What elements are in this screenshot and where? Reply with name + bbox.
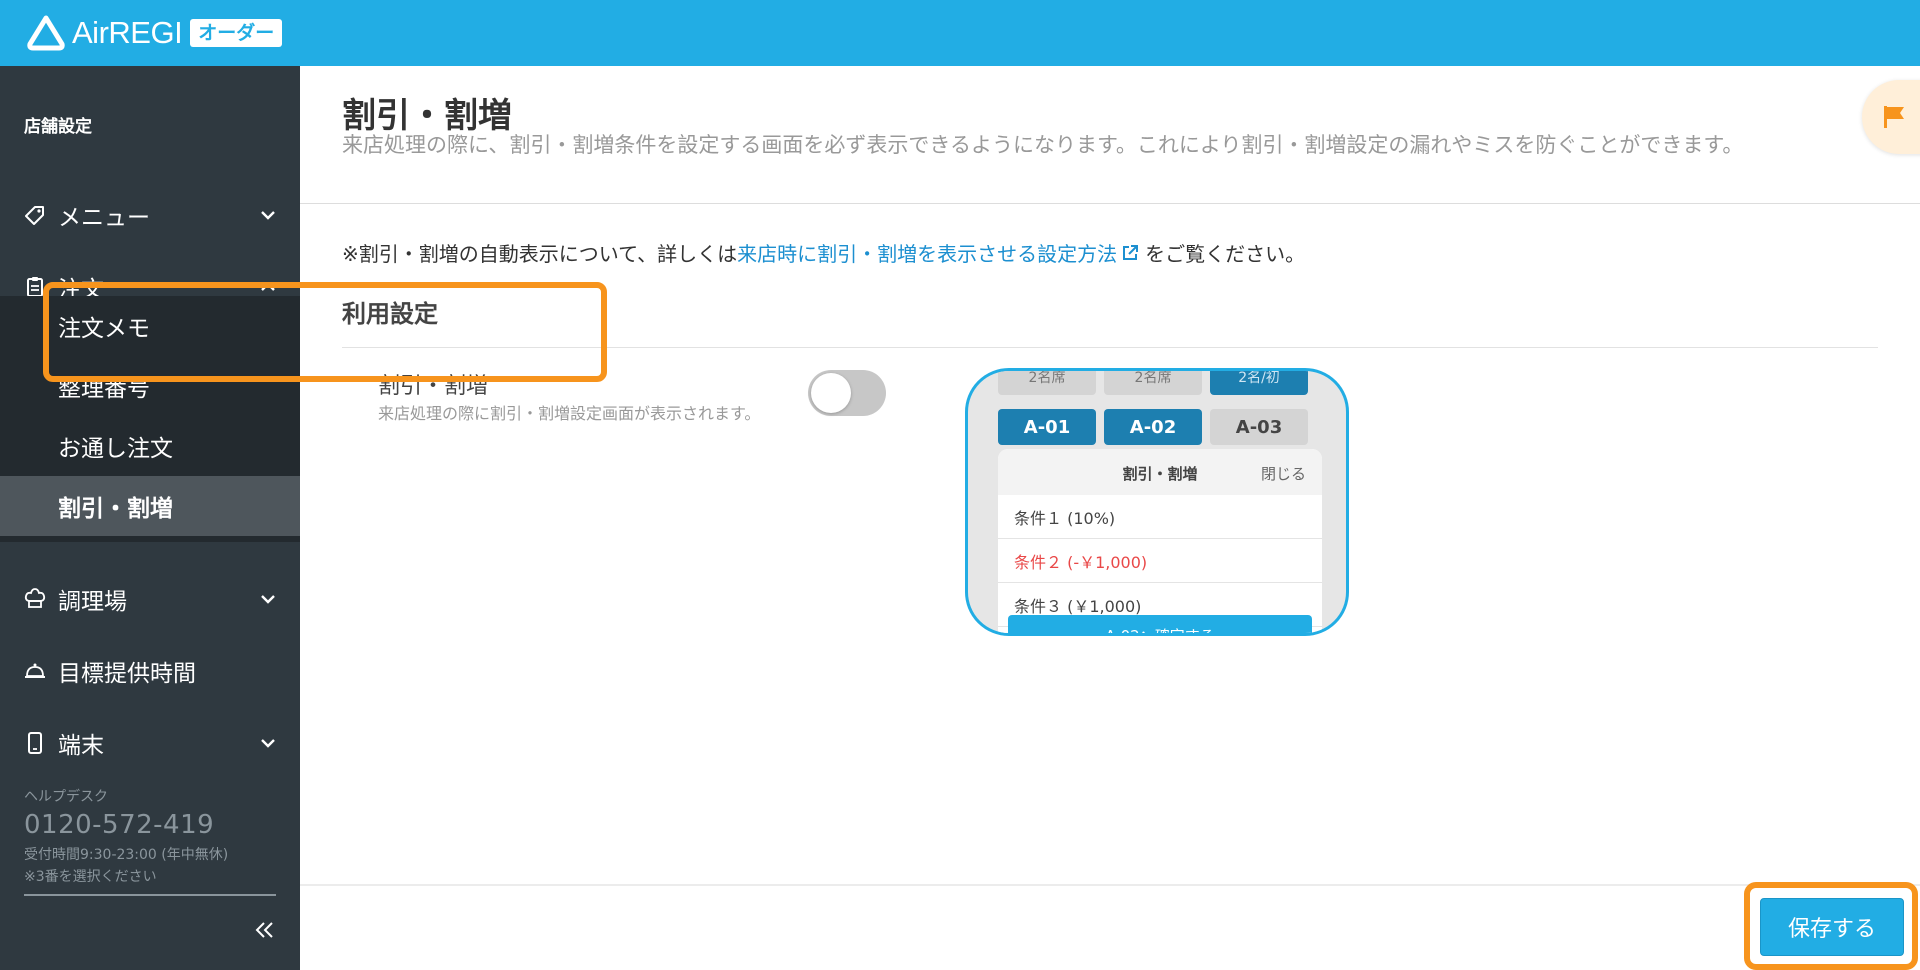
cloche-icon xyxy=(24,660,46,682)
sidebar-item-device[interactable]: 端末 xyxy=(0,714,300,772)
preview-tile: A-01 xyxy=(998,409,1096,445)
preview-close: 閉じる xyxy=(1260,465,1306,483)
help-note-prefix: ※割引・割増の自動表示について、詳しくは xyxy=(342,242,738,266)
logo-triangle-icon xyxy=(27,15,65,51)
footer-divider xyxy=(300,884,1920,886)
save-highlight-frame xyxy=(1744,882,1918,970)
sidebar-item-label: 端末 xyxy=(58,733,104,759)
sidebar: 店舗設定 メニュー 注文 注文メモ 整理番号 お通し注文 割引・割増 調理場 目… xyxy=(0,66,300,970)
tag-icon xyxy=(24,204,46,226)
help-note: ※割引・割増の自動表示について、詳しくは 来店時に割引・割増を表示させる設定方法… xyxy=(342,238,1305,267)
helpdesk-divider xyxy=(24,894,276,896)
preview-tile: 2名/初 xyxy=(1210,371,1308,395)
setting-description: 来店処理の際に割引・割増設定画面が表示されます。 xyxy=(378,404,761,423)
preview-row: 条件２ (-￥1,000) xyxy=(998,539,1322,583)
sidebar-item-label: 調理場 xyxy=(58,589,127,615)
chevron-down-icon xyxy=(261,739,275,748)
help-note-suffix: をご覧ください。 xyxy=(1145,242,1306,266)
preview-image: 2名席 2名席 2名/初 A-01 A-02 A-03 割引・割増 閉じる 条件… xyxy=(965,368,1349,636)
external-link-icon[interactable] xyxy=(1121,244,1139,262)
preview-tile: A-03 xyxy=(1210,409,1308,445)
sidebar-item-label: メニュー xyxy=(58,205,150,231)
sidebar-subitem-discount-surcharge[interactable]: 割引・割増 xyxy=(0,476,300,536)
preview-confirm-button: A-02：確定する xyxy=(1008,615,1312,633)
smartphone-icon xyxy=(24,732,46,754)
collapse-sidebar-icon[interactable] xyxy=(252,918,276,942)
page-title: 割引・割増 xyxy=(342,96,512,136)
preview-tile: 2名席 xyxy=(1104,371,1202,395)
preview-tile: A-02 xyxy=(1104,409,1202,445)
preview-row: 条件１ (10%) xyxy=(998,495,1322,539)
sidebar-subitem-otoshi-order[interactable]: お通し注文 xyxy=(0,416,300,476)
page-description: 来店処理の際に、割引・割増条件を設定する画面を必ず表示できるようになります。これ… xyxy=(342,133,1744,157)
help-link[interactable]: 来店時に割引・割増を表示させる設定方法 xyxy=(737,238,1117,267)
discount-toggle[interactable] xyxy=(808,370,886,416)
logo-badge: オーダー xyxy=(190,19,283,47)
setting-highlight-frame xyxy=(43,282,607,382)
toggle-knob xyxy=(811,373,851,413)
preview-sheet-header: 割引・割増 閉じる xyxy=(998,449,1322,495)
airregi-logo[interactable]: AirREGI オーダー xyxy=(26,14,283,52)
logo-text: AirREGI xyxy=(72,15,183,50)
preview-tile: 2名席 xyxy=(998,371,1096,395)
header-divider xyxy=(300,203,1920,204)
flag-icon xyxy=(1884,106,1904,128)
sidebar-item-kitchen[interactable]: 調理場 xyxy=(0,570,300,628)
sidebar-item-target-time[interactable]: 目標提供時間 xyxy=(0,642,300,700)
helpdesk-phone[interactable]: 0120-572-419 xyxy=(24,810,228,840)
chevron-down-icon xyxy=(261,211,275,220)
top-bar: AirREGI オーダー xyxy=(0,0,1920,66)
sidebar-item-menu[interactable]: メニュー xyxy=(0,186,300,244)
helpdesk-hours: 受付時間9:30-23:00 (年中無休) xyxy=(24,847,229,863)
preview-sheet: 割引・割増 閉じる 条件１ (10%) 条件２ (-￥1,000) 条件３ (￥… xyxy=(998,449,1322,633)
helpdesk-info: ヘルプデスク 0120-572-419 受付時間9:30-23:00 (年中無休… xyxy=(24,786,228,886)
main-content: 割引・割増 来店処理の際に、割引・割増条件を設定する画面を必ず表示できるようにな… xyxy=(300,66,1920,970)
sidebar-item-label: 目標提供時間 xyxy=(58,661,196,687)
sidebar-section-title: 店舗設定 xyxy=(24,117,92,137)
chevron-down-icon xyxy=(261,595,275,604)
helpdesk-title: ヘルプデスク xyxy=(24,789,108,805)
helpdesk-note: ※3番を選択ください xyxy=(24,869,157,885)
chef-hat-icon xyxy=(24,588,46,610)
